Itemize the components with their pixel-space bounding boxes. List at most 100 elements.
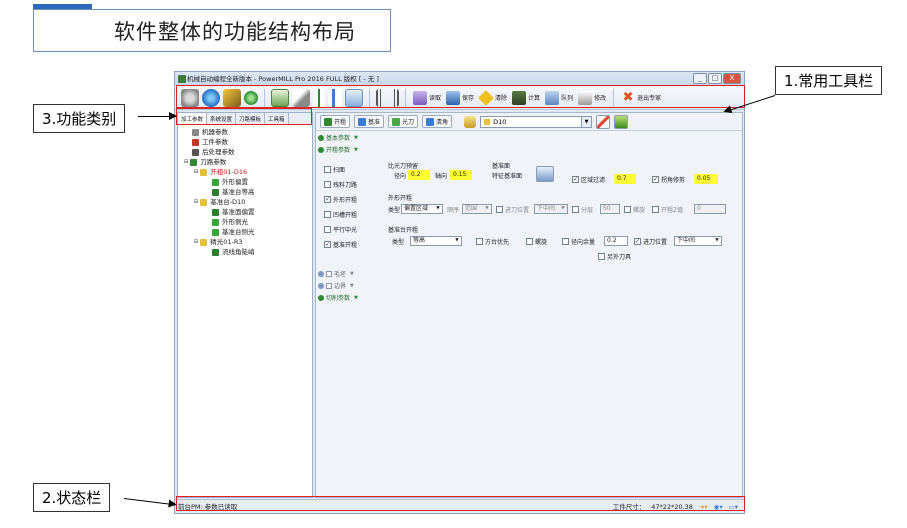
chevron-down-icon: ▼	[561, 206, 565, 211]
priority-checkbox[interactable]: 方台优先	[476, 237, 509, 246]
tree-item[interactable]: ⊟ 刀路参数	[180, 157, 310, 167]
group-icon	[200, 198, 208, 206]
layer-input[interactable]: 50	[600, 204, 620, 214]
chevron-down-icon: ▼	[354, 146, 358, 153]
base-entry-select[interactable]: 下中间 ▼	[674, 236, 722, 246]
section-basic[interactable]: 基本参数 ▼	[318, 133, 358, 142]
order-select[interactable]: 范围 ▼	[462, 204, 492, 214]
tool-library-icon[interactable]	[464, 115, 477, 128]
radial-allow-checkbox[interactable]: 径向余量	[562, 237, 595, 246]
layer-checkbox[interactable]: 分层	[572, 205, 593, 214]
outline-type-select[interactable]: 偏置区域 ▼	[401, 204, 443, 214]
edit-tool-icon[interactable]	[596, 114, 611, 129]
flat-checkbox[interactable]: 扫面	[324, 165, 345, 174]
tree-item[interactable]: ⊟ 精光01-R3	[180, 237, 310, 247]
chevron-down-icon: ▼	[485, 206, 489, 211]
outline-title: 外形开粗	[388, 195, 413, 202]
tree-item[interactable]: 机器参数	[180, 127, 310, 137]
tree-item[interactable]: 外形偏置	[180, 177, 310, 187]
outline-type-label: 类型	[388, 207, 401, 214]
tree-item[interactable]: ⊟ 基准台-D10	[180, 197, 310, 207]
app-window: 机械自动编程全新版本 - PowerMILL Pro 2016 FULL 版权 …	[174, 71, 745, 514]
section-stock[interactable]: 毛坯 ▼	[318, 269, 354, 278]
section-icon	[318, 270, 324, 277]
corner-fix-input[interactable]: 0.05	[694, 174, 718, 184]
radial-label: 径向	[394, 173, 407, 180]
collapse-icon: ⊟	[194, 239, 199, 245]
chevron-down-icon: ▼	[581, 116, 592, 127]
rough-z-input[interactable]: 0	[694, 204, 726, 214]
close-button[interactable]: X	[723, 73, 741, 84]
chevron-down-icon: ▼	[436, 206, 440, 211]
radial-input[interactable]: 0.2	[408, 170, 430, 180]
section-cut[interactable]: 切削参数 ▼	[318, 293, 358, 302]
base-button[interactable]: 基准	[354, 115, 385, 128]
tree-item[interactable]: 流线角陡峭	[180, 247, 310, 257]
area-filter-checkbox[interactable]: ✓ 区域过滤	[572, 175, 605, 184]
entry-checkbox[interactable]: 进刀位置	[496, 205, 529, 214]
collapse-icon: ⊟	[184, 159, 189, 165]
tree-item[interactable]: ⊟ 开粗01-D16	[180, 167, 310, 177]
tree-item[interactable]: 基准台侧光	[180, 227, 310, 237]
section-icon	[318, 294, 324, 301]
corner-fix-checkbox[interactable]: ✓ 拐角修剪	[652, 175, 685, 184]
category-highlight	[176, 108, 312, 125]
section-rough[interactable]: 开粗参数 ▼	[318, 145, 358, 154]
tree-item[interactable]: 外形侧光	[180, 217, 310, 227]
chevron-down-icon: ▼	[455, 238, 459, 243]
baseplane-title: 基准面	[492, 163, 511, 170]
axial-input[interactable]: 0.15	[450, 170, 472, 180]
tree-item[interactable]: 后处理参数	[180, 147, 310, 157]
collapse-icon: ⊟	[194, 199, 199, 205]
chevron-down-icon: ▼	[354, 294, 358, 301]
window-title: 机械自动编程全新版本 - PowerMILL Pro 2016 FULL 版权 …	[187, 75, 379, 83]
base-type-select[interactable]: 等高 ▼	[410, 236, 462, 246]
window-controls: _ □ X	[693, 73, 741, 84]
radial-allow-input[interactable]: 0.2	[604, 236, 628, 246]
section-icon	[318, 146, 324, 153]
base-entry-checkbox[interactable]: ✓ 进刀位置	[634, 237, 667, 246]
rest-checkbox[interactable]: 残料刀路	[324, 180, 357, 189]
slope-checkbox[interactable]: 螺旋	[624, 205, 645, 214]
machine-icon	[192, 128, 199, 136]
tree-item[interactable]: 工件参数	[180, 137, 310, 147]
callout-category: 3.功能类别	[33, 104, 126, 133]
minimize-button[interactable]: _	[693, 73, 707, 84]
rough-button[interactable]: 开粗	[320, 115, 351, 128]
callout-status: 2.状态栏	[33, 483, 111, 512]
parallel-checkbox[interactable]: 平行中光	[324, 225, 357, 234]
base-type-label: 类型	[392, 239, 405, 246]
param-editor: 开粗 基准 光刀 清角 D10 ▼ 基本参数 ▼ 开粗参数 ▼ 扫面 残料刀路 ✓ 外…	[315, 112, 743, 498]
light-button[interactable]: 光刀	[388, 115, 419, 128]
outside-tool-checkbox[interactable]: 另外刀具	[598, 252, 631, 261]
basestep-checkbox[interactable]: ✓ 基准开粗	[324, 240, 357, 249]
group-icon	[200, 238, 208, 246]
window-titlebar: 机械自动编程全新版本 - PowerMILL Pro 2016 FULL 版权 …	[175, 72, 744, 86]
rough-icon	[324, 117, 332, 126]
slide-title-box: 软件整体的功能结构布局	[33, 9, 391, 52]
tree-item[interactable]: 基准面偏置	[180, 207, 310, 217]
callout-category-arrow	[138, 112, 177, 120]
function-category-panel: 加工参数 系统设置 刀路模板 工具箱 机器参数 工件参数 后处理参数 ⊟ 刀路参数…	[177, 112, 313, 498]
tool-select[interactable]: D10 ▼	[480, 115, 593, 128]
entry-select[interactable]: 下中间 ▼	[534, 204, 568, 214]
tree-item[interactable]: 基准台等高	[180, 187, 310, 197]
corner-icon	[426, 117, 435, 126]
base-rough-title: 基准台开粗	[388, 227, 419, 234]
clear-corner-button[interactable]: 清角	[422, 115, 453, 128]
chevron-down-icon: ▼	[350, 282, 354, 289]
light-icon	[392, 117, 401, 126]
spiral-checkbox[interactable]: 螺旋	[526, 237, 547, 246]
area-filter-input[interactable]: 0.7	[614, 174, 636, 184]
callout-status-arrow	[123, 498, 176, 506]
toolbar-highlight	[176, 85, 745, 108]
maximize-button[interactable]: □	[708, 73, 722, 84]
callout-toolbar: 1.常用工具栏	[775, 66, 883, 95]
outline-checkbox[interactable]: ✓ 外形开粗	[324, 195, 357, 204]
pocket-checkbox[interactable]: 凹槽开粗	[324, 210, 357, 219]
chevron-down-icon: ▼	[354, 134, 358, 141]
download-icon[interactable]	[614, 114, 629, 129]
rough-z-checkbox[interactable]: 开粗Z值	[652, 205, 683, 214]
section-boundary[interactable]: 边界 ▼	[318, 281, 354, 290]
baseplane-pick-icon[interactable]	[536, 166, 554, 182]
